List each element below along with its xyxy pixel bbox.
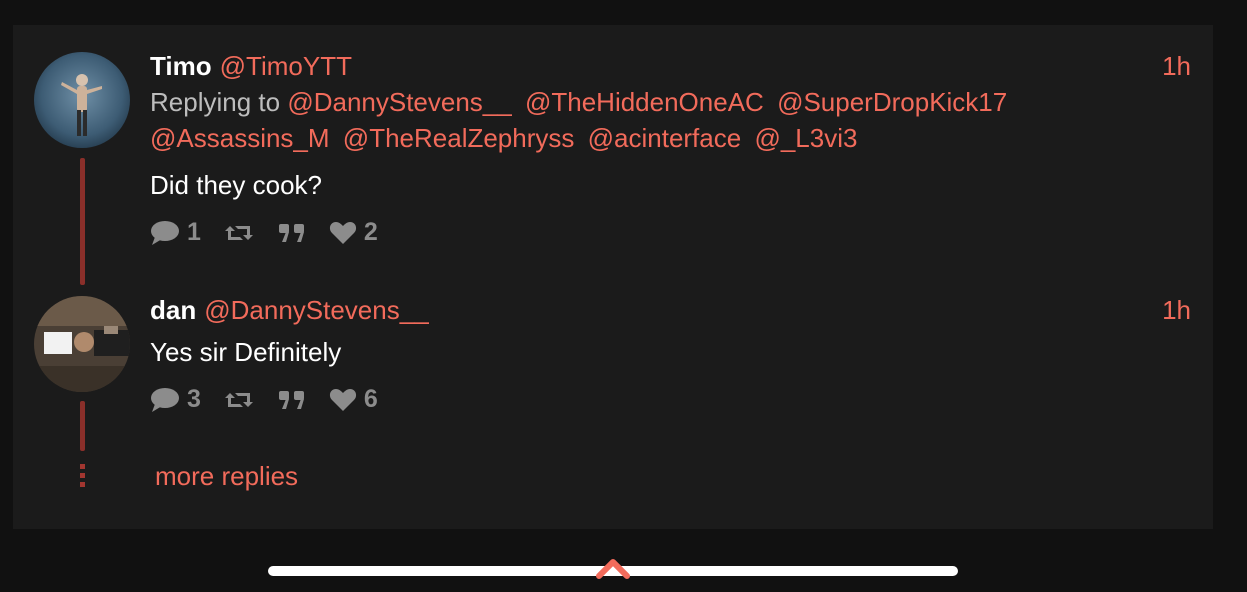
mention-link[interactable]: @Assassins_M bbox=[150, 123, 330, 153]
mention-link[interactable]: @TheRealZephryss bbox=[343, 123, 575, 153]
more-replies-dots bbox=[80, 464, 85, 491]
repost-icon bbox=[224, 225, 253, 240]
mention-link[interactable]: @_L3vi3 bbox=[754, 123, 857, 153]
replying-to: Replying to @DannyStevens__ @TheHiddenOn… bbox=[150, 84, 1150, 156]
like-count: 2 bbox=[363, 218, 378, 246]
like-button[interactable]: 2 bbox=[329, 218, 378, 247]
post-text: Yes sir Definitely bbox=[150, 337, 342, 367]
quote-button[interactable] bbox=[277, 388, 307, 412]
quote-icon bbox=[278, 223, 304, 242]
display-name[interactable]: Timo bbox=[150, 51, 212, 81]
mention-link[interactable]: @acinterface bbox=[588, 123, 742, 153]
post-timestamp[interactable]: 1h bbox=[1162, 51, 1191, 82]
display-name[interactable]: dan bbox=[150, 295, 196, 325]
thread-line bbox=[80, 401, 85, 451]
repost-button[interactable] bbox=[223, 221, 255, 245]
reply-button[interactable]: 3 bbox=[150, 385, 201, 414]
repost-button[interactable] bbox=[223, 388, 255, 412]
user-handle[interactable]: @DannyStevens__ bbox=[204, 295, 428, 325]
avatar-timo[interactable] bbox=[34, 52, 130, 148]
post-actions: 1 2 bbox=[150, 218, 400, 247]
heart-icon bbox=[329, 388, 356, 411]
comment-icon bbox=[151, 220, 179, 245]
post-actions: 3 6 bbox=[150, 385, 400, 414]
reply-count: 3 bbox=[187, 385, 201, 413]
avatar-dan[interactable] bbox=[34, 296, 130, 392]
like-count: 6 bbox=[363, 385, 378, 413]
reply-button[interactable]: 1 bbox=[150, 218, 201, 247]
like-button[interactable]: 6 bbox=[329, 385, 378, 414]
mention-link[interactable]: @SuperDropKick17 bbox=[777, 87, 1007, 117]
reply-count: 1 bbox=[187, 218, 201, 246]
post-text: Did they cook? bbox=[150, 170, 322, 200]
post-header: dan @DannyStevens__ bbox=[150, 295, 429, 326]
mention-link[interactable]: @TheHiddenOneAC bbox=[525, 87, 764, 117]
thread-line bbox=[80, 158, 85, 285]
user-handle[interactable]: @TimoYTT bbox=[220, 51, 352, 81]
quote-icon bbox=[278, 390, 304, 409]
post-timestamp[interactable]: 1h bbox=[1162, 295, 1191, 326]
thread-card: Timo @TimoYTT 1h Replying to @DannySteven… bbox=[13, 25, 1213, 529]
mention-link[interactable]: @DannyStevens__ bbox=[287, 87, 511, 117]
repost-icon bbox=[224, 392, 253, 407]
more-replies-link[interactable]: more replies bbox=[155, 461, 298, 492]
quote-button[interactable] bbox=[277, 221, 307, 245]
post-header: Timo @TimoYTT bbox=[150, 51, 352, 82]
heart-icon bbox=[329, 221, 356, 244]
comment-icon bbox=[151, 387, 179, 412]
chevron-up-icon[interactable] bbox=[596, 556, 630, 580]
replying-to-label: Replying to bbox=[150, 87, 281, 117]
